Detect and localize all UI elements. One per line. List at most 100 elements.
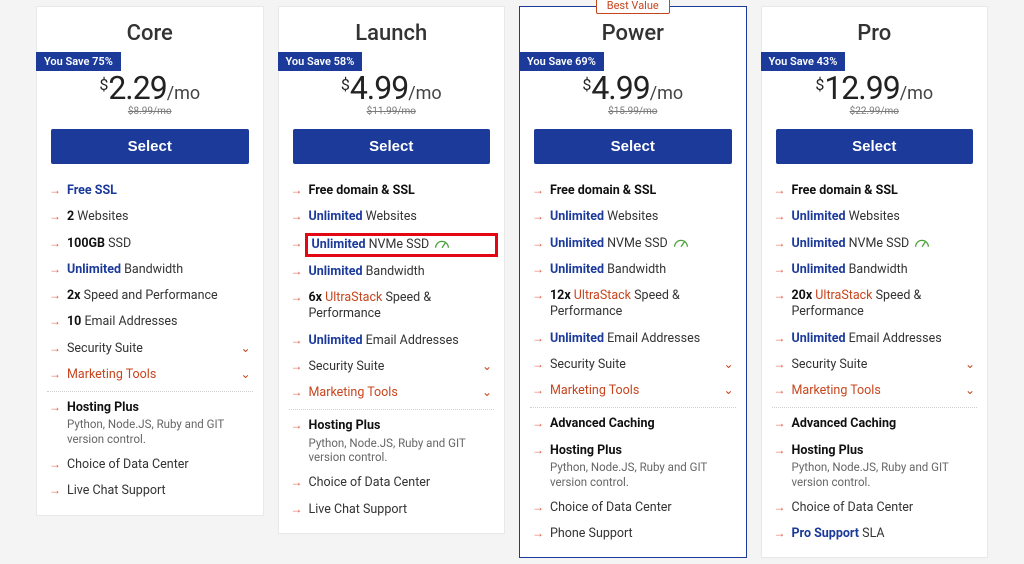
plan-power: Best Value Power You Save 69% $4.99/mo $… (519, 6, 747, 558)
feature-nvme-ssd: → Unlimited NVMe SSD (291, 231, 497, 259)
feature-websites: →2 Websites (49, 204, 255, 230)
arrow-icon: → (291, 475, 303, 491)
chevron-down-icon: ⌄ (240, 341, 254, 357)
arrow-icon: → (49, 400, 61, 416)
chevron-down-icon: ⌄ (723, 357, 737, 373)
old-price: $15.99/mo (520, 106, 746, 117)
feature-marketing[interactable]: →Marketing Tools⌄ (532, 378, 738, 404)
feature-free-domain-ssl: →Free domain & SSL (532, 178, 738, 204)
plan-pro: Pro You Save 43% $12.99/mo $22.99/mo Sel… (761, 6, 989, 558)
divider (530, 407, 736, 408)
feature-speed: →20x UltraStack Speed & Performance (774, 283, 980, 326)
feature-websites: →Unlimited Websites (774, 204, 980, 230)
feature-ssd: →100GB SSD (49, 231, 255, 257)
feature-email: →10 Email Addresses (49, 309, 255, 335)
arrow-icon: → (774, 236, 786, 252)
select-button[interactable]: Select (534, 129, 732, 164)
old-price: $8.99/mo (37, 106, 263, 117)
best-value-badge: Best Value (596, 0, 670, 14)
feature-nvme-ssd: →Unlimited NVMe SSD (532, 231, 738, 257)
feature-datacenter: →Choice of Data Center (49, 452, 255, 478)
arrow-icon: → (49, 341, 61, 357)
feature-security[interactable]: →Security Suite⌄ (532, 352, 738, 378)
plan-launch: Launch You Save 58% $4.99/mo $11.99/mo S… (278, 6, 506, 534)
arrow-icon: → (774, 500, 786, 516)
pricing-cards: Core You Save 75% $2.29/mo $8.99/mo Sele… (36, 6, 988, 558)
feature-security[interactable]: →Security Suite⌄ (774, 352, 980, 378)
chevron-down-icon: ⌄ (723, 383, 737, 399)
feature-hosting-plus: →Hosting PlusPython, Node.JS, Ruby and G… (291, 413, 497, 470)
price: $2.29/mo (37, 69, 263, 107)
select-button[interactable]: Select (776, 129, 974, 164)
feature-free-domain-ssl: →Free domain & SSL (774, 178, 980, 204)
arrow-icon: → (774, 383, 786, 399)
divider (289, 409, 495, 410)
arrow-icon: → (49, 262, 61, 278)
feature-speed: →2x Speed and Performance (49, 283, 255, 309)
feature-advanced-caching: →Advanced Caching (532, 411, 738, 437)
speed-icon (673, 238, 689, 248)
feature-email: →Unlimited Email Addresses (774, 326, 980, 352)
plan-title: Core (37, 7, 263, 50)
select-button[interactable]: Select (293, 129, 491, 164)
feature-security[interactable]: →Security Suite⌄ (49, 336, 255, 362)
arrow-icon: → (291, 209, 303, 225)
divider (47, 391, 253, 392)
arrow-icon: → (774, 288, 786, 304)
select-button[interactable]: Select (51, 129, 249, 164)
arrow-icon: → (532, 209, 544, 225)
feature-marketing[interactable]: →Marketing Tools⌄ (291, 380, 497, 406)
feature-marketing[interactable]: →Marketing Tools⌄ (774, 378, 980, 404)
arrow-icon: → (291, 290, 303, 306)
arrow-icon: → (291, 183, 303, 199)
price: $4.99/mo (279, 69, 505, 107)
arrow-icon: → (291, 502, 303, 518)
chevron-down-icon: ⌄ (965, 383, 979, 399)
old-price: $22.99/mo (762, 106, 988, 117)
arrow-icon: → (49, 183, 61, 199)
arrow-icon: → (532, 500, 544, 516)
arrow-icon: → (774, 262, 786, 278)
arrow-icon: → (532, 357, 544, 373)
feature-nvme-ssd: →Unlimited NVMe SSD (774, 231, 980, 257)
feature-phone: →Phone Support (532, 521, 738, 547)
arrow-icon: → (291, 333, 303, 349)
arrow-icon: → (532, 288, 544, 304)
arrow-icon: → (774, 443, 786, 459)
feature-speed: →6x UltraStack Speed & Performance (291, 285, 497, 328)
chevron-down-icon: ⌄ (482, 385, 496, 401)
plan-title: Launch (279, 7, 505, 50)
feature-datacenter: →Choice of Data Center (291, 470, 497, 496)
arrow-icon: → (532, 416, 544, 432)
arrow-icon: → (774, 209, 786, 225)
arrow-icon: → (49, 367, 61, 383)
chevron-down-icon: ⌄ (965, 357, 979, 373)
speed-icon (914, 238, 930, 248)
divider (772, 407, 978, 408)
feature-websites: →Unlimited Websites (532, 204, 738, 230)
feature-security[interactable]: →Security Suite⌄ (291, 354, 497, 380)
speed-icon (434, 239, 450, 249)
arrow-icon: → (532, 236, 544, 252)
arrow-icon: → (532, 331, 544, 347)
arrow-icon: → (49, 483, 61, 499)
feature-websites: →Unlimited Websites (291, 204, 497, 230)
feature-email: →Unlimited Email Addresses (532, 326, 738, 352)
arrow-icon: → (532, 526, 544, 542)
feature-free-ssl: →Free SSL (49, 178, 255, 204)
arrow-icon: → (532, 262, 544, 278)
feature-advanced-caching: →Advanced Caching (774, 411, 980, 437)
feature-hosting-plus: →Hosting PlusPython, Node.JS, Ruby and G… (532, 438, 738, 495)
arrow-icon: → (774, 416, 786, 432)
chevron-down-icon: ⌄ (240, 367, 254, 383)
plan-core: Core You Save 75% $2.29/mo $8.99/mo Sele… (36, 6, 264, 516)
arrow-icon: → (774, 357, 786, 373)
old-price: $11.99/mo (279, 106, 505, 117)
arrow-icon: → (49, 209, 61, 225)
feature-chat: →Live Chat Support (49, 478, 255, 504)
arrow-icon: → (291, 359, 303, 375)
feature-marketing[interactable]: →Marketing Tools⌄ (49, 362, 255, 388)
plan-title: Pro (762, 7, 988, 50)
arrow-icon: → (532, 183, 544, 199)
arrow-icon: → (774, 526, 786, 542)
